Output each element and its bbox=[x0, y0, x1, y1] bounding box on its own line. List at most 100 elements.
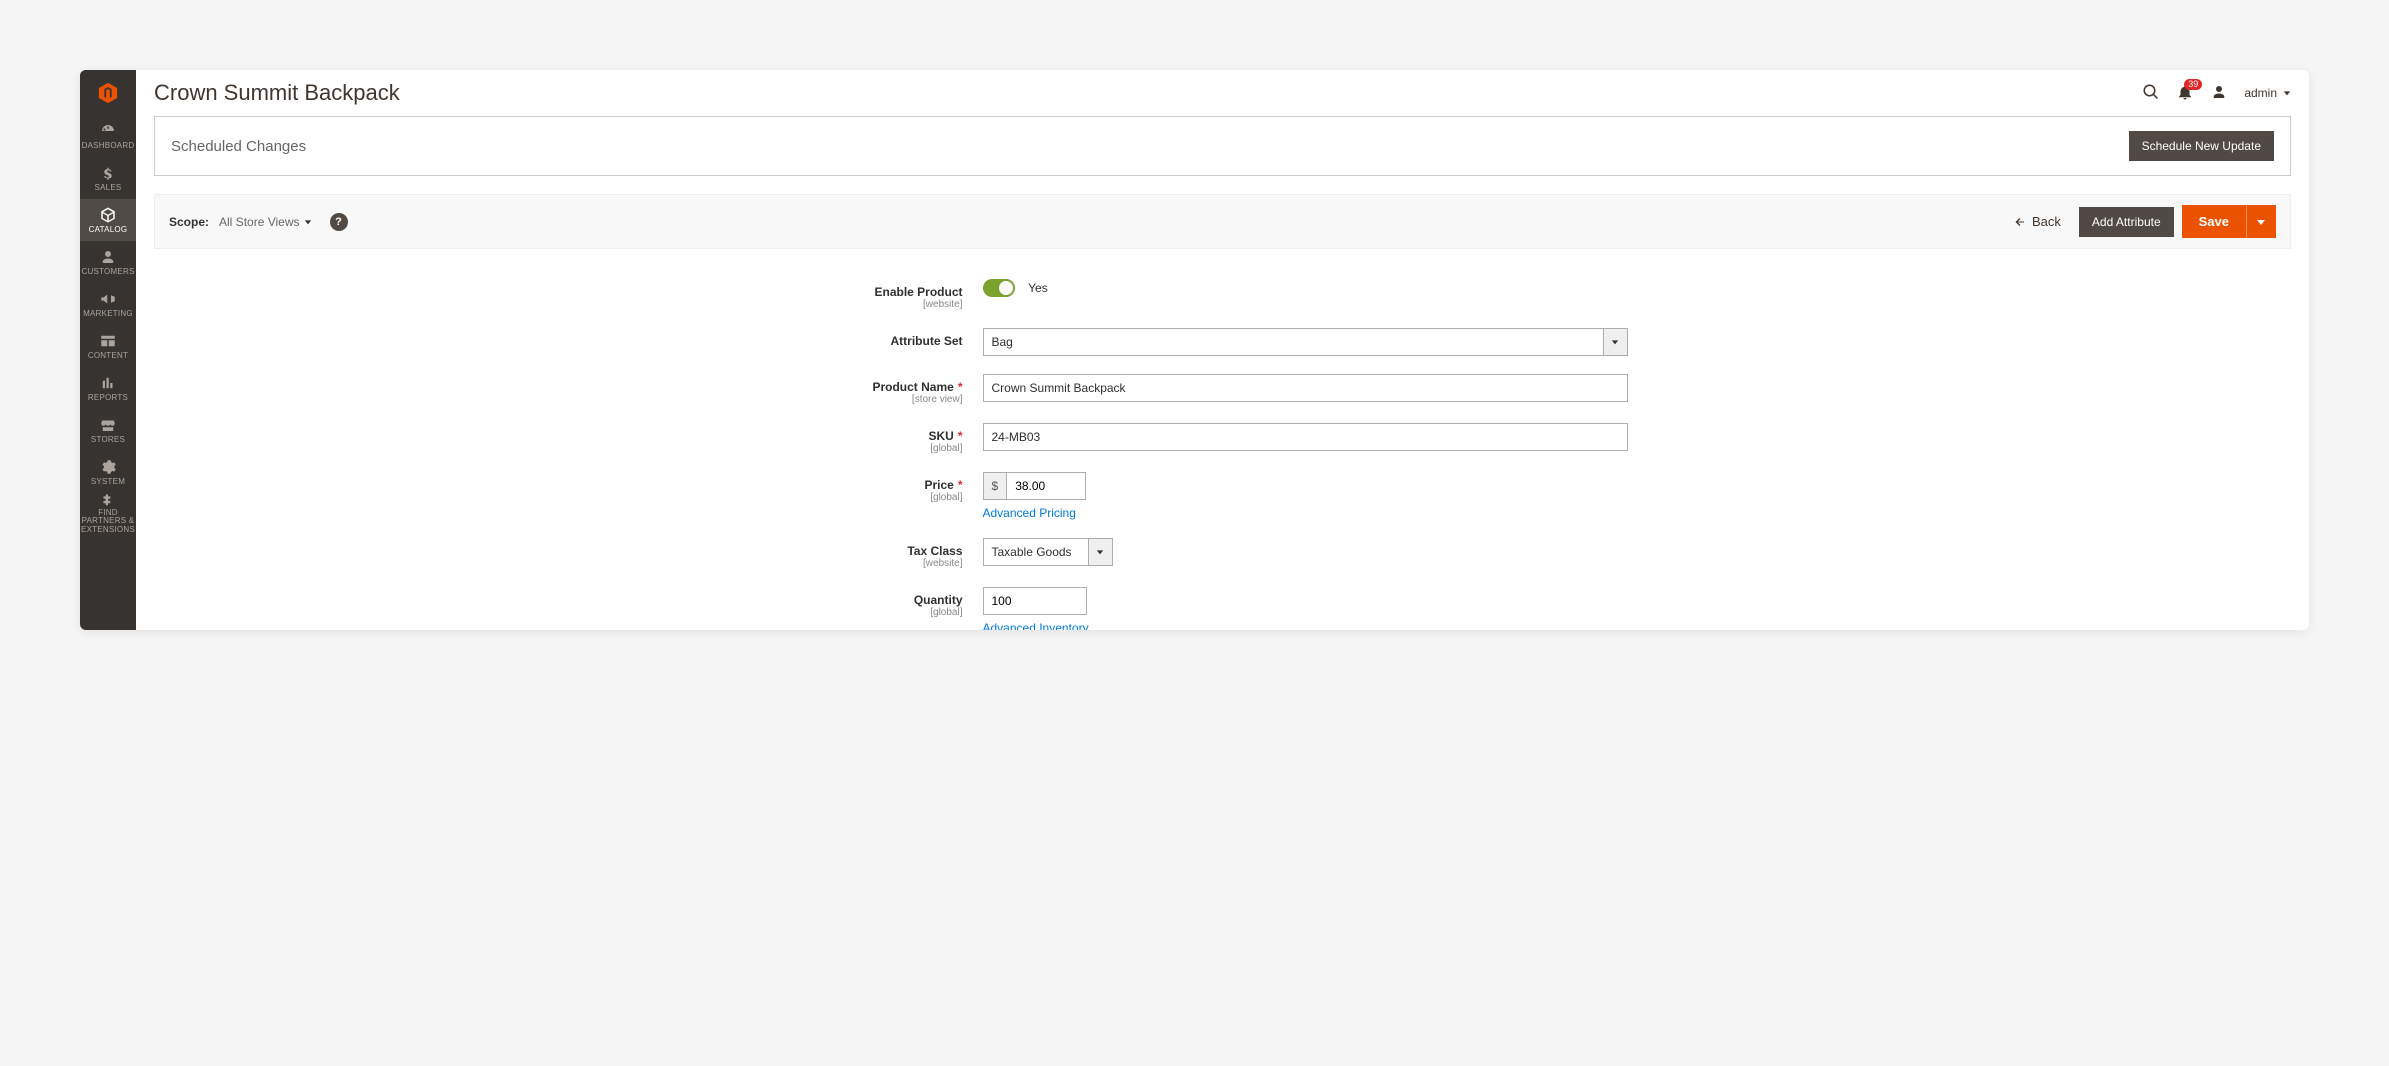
sidebar-item-stores[interactable]: STORES bbox=[80, 409, 136, 451]
tax-class-scope-hint: [website] bbox=[723, 558, 963, 569]
sidebar-item-label: SALES bbox=[93, 184, 124, 193]
caret-down-icon bbox=[304, 218, 312, 226]
advanced-inventory-link[interactable]: Advanced Inventory bbox=[983, 621, 1089, 630]
sidebar-item-label: CUSTOMERS bbox=[80, 268, 137, 277]
sidebar-item-label: STORES bbox=[89, 436, 127, 445]
user-menu[interactable]: admin bbox=[2244, 86, 2291, 100]
required-mark: * bbox=[958, 429, 963, 443]
store-icon bbox=[99, 416, 117, 434]
header-actions: 39 admin bbox=[2142, 83, 2291, 104]
caret-down-icon bbox=[2283, 89, 2291, 97]
tax-class-dropdown-button[interactable] bbox=[1089, 538, 1113, 566]
person-icon bbox=[99, 248, 117, 266]
gear-icon bbox=[99, 458, 117, 476]
sidebar-item-label: DASHBOARD bbox=[80, 142, 136, 151]
sidebar-item-label: CONTENT bbox=[86, 352, 130, 361]
price-scope-hint: [global] bbox=[723, 492, 963, 503]
quantity-scope-hint: [global] bbox=[723, 607, 963, 618]
arrow-left-icon bbox=[2014, 216, 2026, 228]
sku-input[interactable] bbox=[983, 423, 1628, 451]
advanced-pricing-link[interactable]: Advanced Pricing bbox=[983, 506, 1076, 520]
account-icon-button[interactable] bbox=[2210, 83, 2228, 104]
sidebar-item-label: SYSTEM bbox=[89, 478, 127, 487]
admin-sidebar: DASHBOARD SALES CATALOG CUSTOMERS MARKET… bbox=[80, 70, 136, 630]
layout-icon bbox=[99, 332, 117, 350]
price-input[interactable] bbox=[1006, 472, 1086, 500]
back-button[interactable]: Back bbox=[2004, 208, 2071, 235]
scheduled-changes-title: Scheduled Changes bbox=[171, 138, 306, 155]
attribute-set-label: Attribute Set bbox=[891, 334, 963, 348]
person-icon bbox=[2210, 83, 2228, 101]
add-attribute-button[interactable]: Add Attribute bbox=[2079, 207, 2174, 237]
sidebar-item-label: REPORTS bbox=[86, 394, 130, 403]
schedule-new-update-button[interactable]: Schedule New Update bbox=[2129, 131, 2274, 161]
sidebar-item-dashboard[interactable]: DASHBOARD bbox=[80, 115, 136, 157]
attribute-set-value: Bag bbox=[983, 328, 1604, 356]
field-attribute-set: Attribute Set Bag bbox=[723, 328, 1723, 356]
enable-product-scope-hint: [website] bbox=[723, 299, 963, 310]
puzzle-icon bbox=[99, 493, 117, 507]
sidebar-item-reports[interactable]: REPORTS bbox=[80, 367, 136, 409]
attribute-set-select[interactable]: Bag bbox=[983, 328, 1628, 356]
bar-chart-icon bbox=[99, 374, 117, 392]
field-sku: SKU * [global] bbox=[723, 423, 1723, 454]
scope-selector[interactable]: All Store Views bbox=[219, 215, 311, 229]
price-currency: $ bbox=[983, 472, 1007, 500]
product-name-scope-hint: [store view] bbox=[723, 394, 963, 405]
sku-label: SKU bbox=[928, 429, 953, 443]
field-price: Price * [global] $ Advanced Pricing bbox=[723, 472, 1723, 520]
box-icon bbox=[99, 206, 117, 224]
field-quantity: Quantity [global] Advanced Inventory bbox=[723, 587, 1723, 630]
sidebar-item-label: CATALOG bbox=[87, 226, 130, 235]
product-name-input[interactable] bbox=[983, 374, 1628, 402]
field-product-name: Product Name* [store view] bbox=[723, 374, 1723, 405]
price-label: Price bbox=[924, 478, 953, 492]
caret-down-icon bbox=[1611, 338, 1619, 346]
search-button[interactable] bbox=[2142, 83, 2160, 104]
sidebar-item-partners[interactable]: FIND PARTNERS & EXTENSIONS bbox=[80, 493, 136, 535]
sidebar-item-label: FIND PARTNERS & EXTENSIONS bbox=[80, 509, 137, 535]
app-frame: DASHBOARD SALES CATALOG CUSTOMERS MARKET… bbox=[80, 70, 2309, 630]
scope-action-bar: Scope: All Store Views ? Back Add Attrib… bbox=[154, 194, 2291, 249]
sidebar-item-sales[interactable]: SALES bbox=[80, 157, 136, 199]
field-enable-product: Enable Product [website] Yes bbox=[723, 279, 1723, 310]
main-content: Crown Summit Backpack 39 admin bbox=[136, 70, 2309, 630]
content-area: Scheduled Changes Schedule New Update Sc… bbox=[136, 116, 2309, 630]
save-button-group: Save bbox=[2182, 205, 2276, 238]
megaphone-icon bbox=[99, 290, 117, 308]
save-dropdown-button[interactable] bbox=[2246, 205, 2276, 238]
caret-down-icon bbox=[2256, 217, 2266, 227]
quantity-input[interactable] bbox=[983, 587, 1087, 615]
sidebar-item-customers[interactable]: CUSTOMERS bbox=[80, 241, 136, 283]
sidebar-item-catalog[interactable]: CATALOG bbox=[80, 199, 136, 241]
scope-help-icon[interactable]: ? bbox=[330, 213, 348, 231]
enable-product-toggle[interactable] bbox=[983, 279, 1015, 297]
product-form: Enable Product [website] Yes Attribute S… bbox=[154, 249, 2291, 630]
scope-value: All Store Views bbox=[219, 215, 299, 229]
sidebar-item-label: MARKETING bbox=[81, 310, 135, 319]
save-button[interactable]: Save bbox=[2182, 205, 2246, 238]
magento-logo[interactable] bbox=[80, 70, 136, 115]
dashboard-icon bbox=[99, 122, 117, 140]
enable-product-label: Enable Product bbox=[874, 285, 962, 299]
back-label: Back bbox=[2032, 214, 2061, 229]
attribute-set-dropdown-button[interactable] bbox=[1604, 328, 1628, 356]
product-name-label: Product Name bbox=[872, 380, 953, 394]
sidebar-item-marketing[interactable]: MARKETING bbox=[80, 283, 136, 325]
tax-class-value: Taxable Goods bbox=[983, 538, 1089, 566]
notifications-button[interactable]: 39 bbox=[2176, 83, 2194, 104]
sidebar-item-content[interactable]: CONTENT bbox=[80, 325, 136, 367]
dollar-icon bbox=[99, 164, 117, 182]
scope-label: Scope: bbox=[169, 215, 209, 229]
field-tax-class: Tax Class [website] Taxable Goods bbox=[723, 538, 1723, 569]
caret-down-icon bbox=[1096, 548, 1104, 556]
scheduled-changes-panel: Scheduled Changes Schedule New Update bbox=[154, 116, 2291, 176]
required-mark: * bbox=[958, 478, 963, 492]
search-icon bbox=[2142, 83, 2160, 101]
sku-scope-hint: [global] bbox=[723, 443, 963, 454]
magento-logo-icon bbox=[97, 82, 119, 104]
sidebar-item-system[interactable]: SYSTEM bbox=[80, 451, 136, 493]
quantity-label: Quantity bbox=[914, 593, 963, 607]
tax-class-select[interactable]: Taxable Goods bbox=[983, 538, 1113, 566]
page-title: Crown Summit Backpack bbox=[154, 80, 400, 106]
